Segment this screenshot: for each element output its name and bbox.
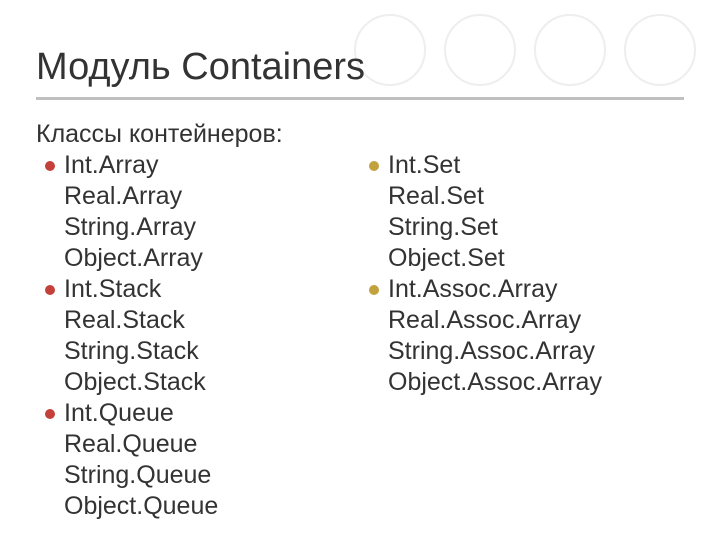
bullet-icon <box>360 274 388 398</box>
list-item: Int.Queue Real.Queue String.Queue Object… <box>36 398 360 522</box>
list-line: Object.Queue <box>64 491 218 522</box>
list-line: Int.Set <box>388 150 505 181</box>
list-item: Int.Set Real.Set String.Set Object.Set <box>360 150 684 274</box>
bullet-icon <box>36 150 64 274</box>
bullet-icon <box>36 274 64 398</box>
list-line: String.Assoc.Array <box>388 336 602 367</box>
list-line: String.Stack <box>64 336 206 367</box>
list-item: Int.Stack Real.Stack String.Stack Object… <box>36 274 360 398</box>
list-line: Real.Array <box>64 181 203 212</box>
left-column: Int.Array Real.Array String.Array Object… <box>36 150 360 522</box>
circle-icon <box>624 14 696 86</box>
list-line: Int.Stack <box>64 274 206 305</box>
bullet-icon <box>36 398 64 522</box>
list-line: String.Set <box>388 212 505 243</box>
circle-icon <box>534 14 606 86</box>
list-lines: Int.Queue Real.Queue String.Queue Object… <box>64 398 218 522</box>
list-item: Int.Assoc.Array Real.Assoc.Array String.… <box>360 274 684 398</box>
list-line: Real.Queue <box>64 429 218 460</box>
list-lines: Int.Array Real.Array String.Array Object… <box>64 150 203 274</box>
list-lines: Int.Stack Real.Stack String.Stack Object… <box>64 274 206 398</box>
bullet-icon <box>360 150 388 274</box>
list-line: Int.Assoc.Array <box>388 274 602 305</box>
list-line: Real.Stack <box>64 305 206 336</box>
slide-subtitle: Классы контейнеров: <box>36 120 283 149</box>
decorative-circles <box>354 14 696 86</box>
list-line: Object.Set <box>388 243 505 274</box>
list-line: Real.Assoc.Array <box>388 305 602 336</box>
list-line: String.Queue <box>64 460 218 491</box>
slide-title: Модуль Containers <box>36 46 365 89</box>
list-line: Object.Stack <box>64 367 206 398</box>
list-line: Int.Queue <box>64 398 218 429</box>
right-column: Int.Set Real.Set String.Set Object.Set I… <box>360 150 684 522</box>
content-columns: Int.Array Real.Array String.Array Object… <box>36 150 684 522</box>
list-line: Real.Set <box>388 181 505 212</box>
list-item: Int.Array Real.Array String.Array Object… <box>36 150 360 274</box>
list-line: Object.Array <box>64 243 203 274</box>
circle-icon <box>444 14 516 86</box>
list-line: Object.Assoc.Array <box>388 367 602 398</box>
list-lines: Int.Assoc.Array Real.Assoc.Array String.… <box>388 274 602 398</box>
list-line: String.Array <box>64 212 203 243</box>
title-underline <box>36 97 684 100</box>
list-lines: Int.Set Real.Set String.Set Object.Set <box>388 150 505 274</box>
list-line: Int.Array <box>64 150 203 181</box>
